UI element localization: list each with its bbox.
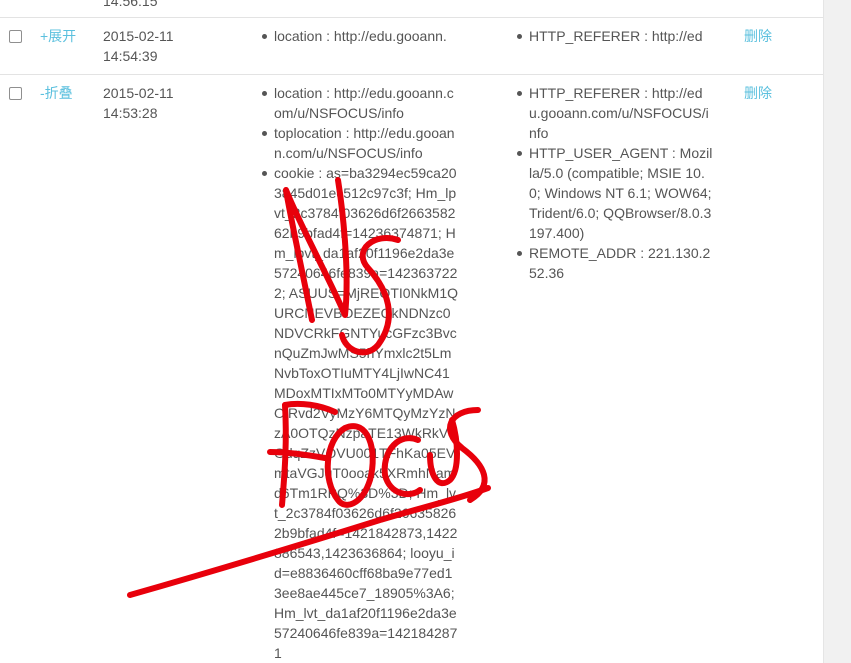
bullet [262,91,267,96]
item-text: HTTP_REFERER : http://edu.gooann.com/u/N… [529,85,709,141]
headers-cell: HTTP_REFERER : http://edu.gooann.com/u/N… [514,83,714,283]
timestamp-time: 14:53:28 [103,105,158,121]
row-checkbox[interactable] [9,87,22,100]
row-checkbox[interactable] [9,30,22,43]
timestamp-time: 14:56:15 [103,0,158,9]
bullet [262,131,267,136]
timestamp-time: 14:54:39 [103,48,158,64]
bullet [517,34,522,39]
list-item: REMOTE_ADDR : 221.130.252.36 [514,243,714,283]
timestamp-date: 2015-02-11 [103,85,174,101]
delete-link[interactable]: 删除 [744,26,772,46]
item-text: cookie : as=ba3294ec59ca203845d01ec512c9… [274,165,458,661]
bullet [262,171,267,176]
expand-toggle[interactable]: +展开 [40,26,76,46]
row-divider [0,17,823,18]
list-item: cookie : as=ba3294ec59ca203845d01ec512c9… [259,163,459,663]
item-text: location : http://edu.gooann.com/u/NSFOC… [274,85,454,121]
row-divider [0,74,823,75]
bullet [517,251,522,256]
vertical-scrollbar[interactable] [823,0,851,663]
bullet [517,151,522,156]
item-text: HTTP_REFERER : http://ed [529,28,703,44]
timestamp-date: 2015-02-11 [103,28,174,44]
list-item: toplocation : http://edu.gooann.com/u/NS… [259,123,459,163]
list-item: location : http://edu.gooann.com/u/NSFOC… [259,83,459,123]
item-text: toplocation : http://edu.gooann.com/u/NS… [274,125,455,161]
collapse-toggle[interactable]: -折叠 [40,83,73,103]
list-item: HTTP_REFERER : http://edu.gooann.com/u/N… [514,83,714,143]
list-item: HTTP_REFERER : http://ed [514,26,714,46]
item-text: HTTP_USER_AGENT : Mozilla/5.0 (compatibl… [529,145,713,241]
location-cell: location : http://edu.gooann. [259,26,464,46]
item-text: REMOTE_ADDR : 221.130.252.36 [529,245,711,281]
item-text: location : http://edu.gooann. [274,28,447,44]
location-cell: location : http://edu.gooann.com/u/NSFOC… [259,83,459,663]
list-item: HTTP_USER_AGENT : Mozilla/5.0 (compatibl… [514,143,714,243]
delete-link[interactable]: 删除 [744,83,772,103]
bullet [262,34,267,39]
headers-cell: HTTP_REFERER : http://ed [514,26,714,46]
list-item: location : http://edu.gooann. [259,26,464,46]
bullet [517,91,522,96]
log-table: 14:56:15 +展开 2015-02-11 14:54:39 locatio… [0,0,823,663]
